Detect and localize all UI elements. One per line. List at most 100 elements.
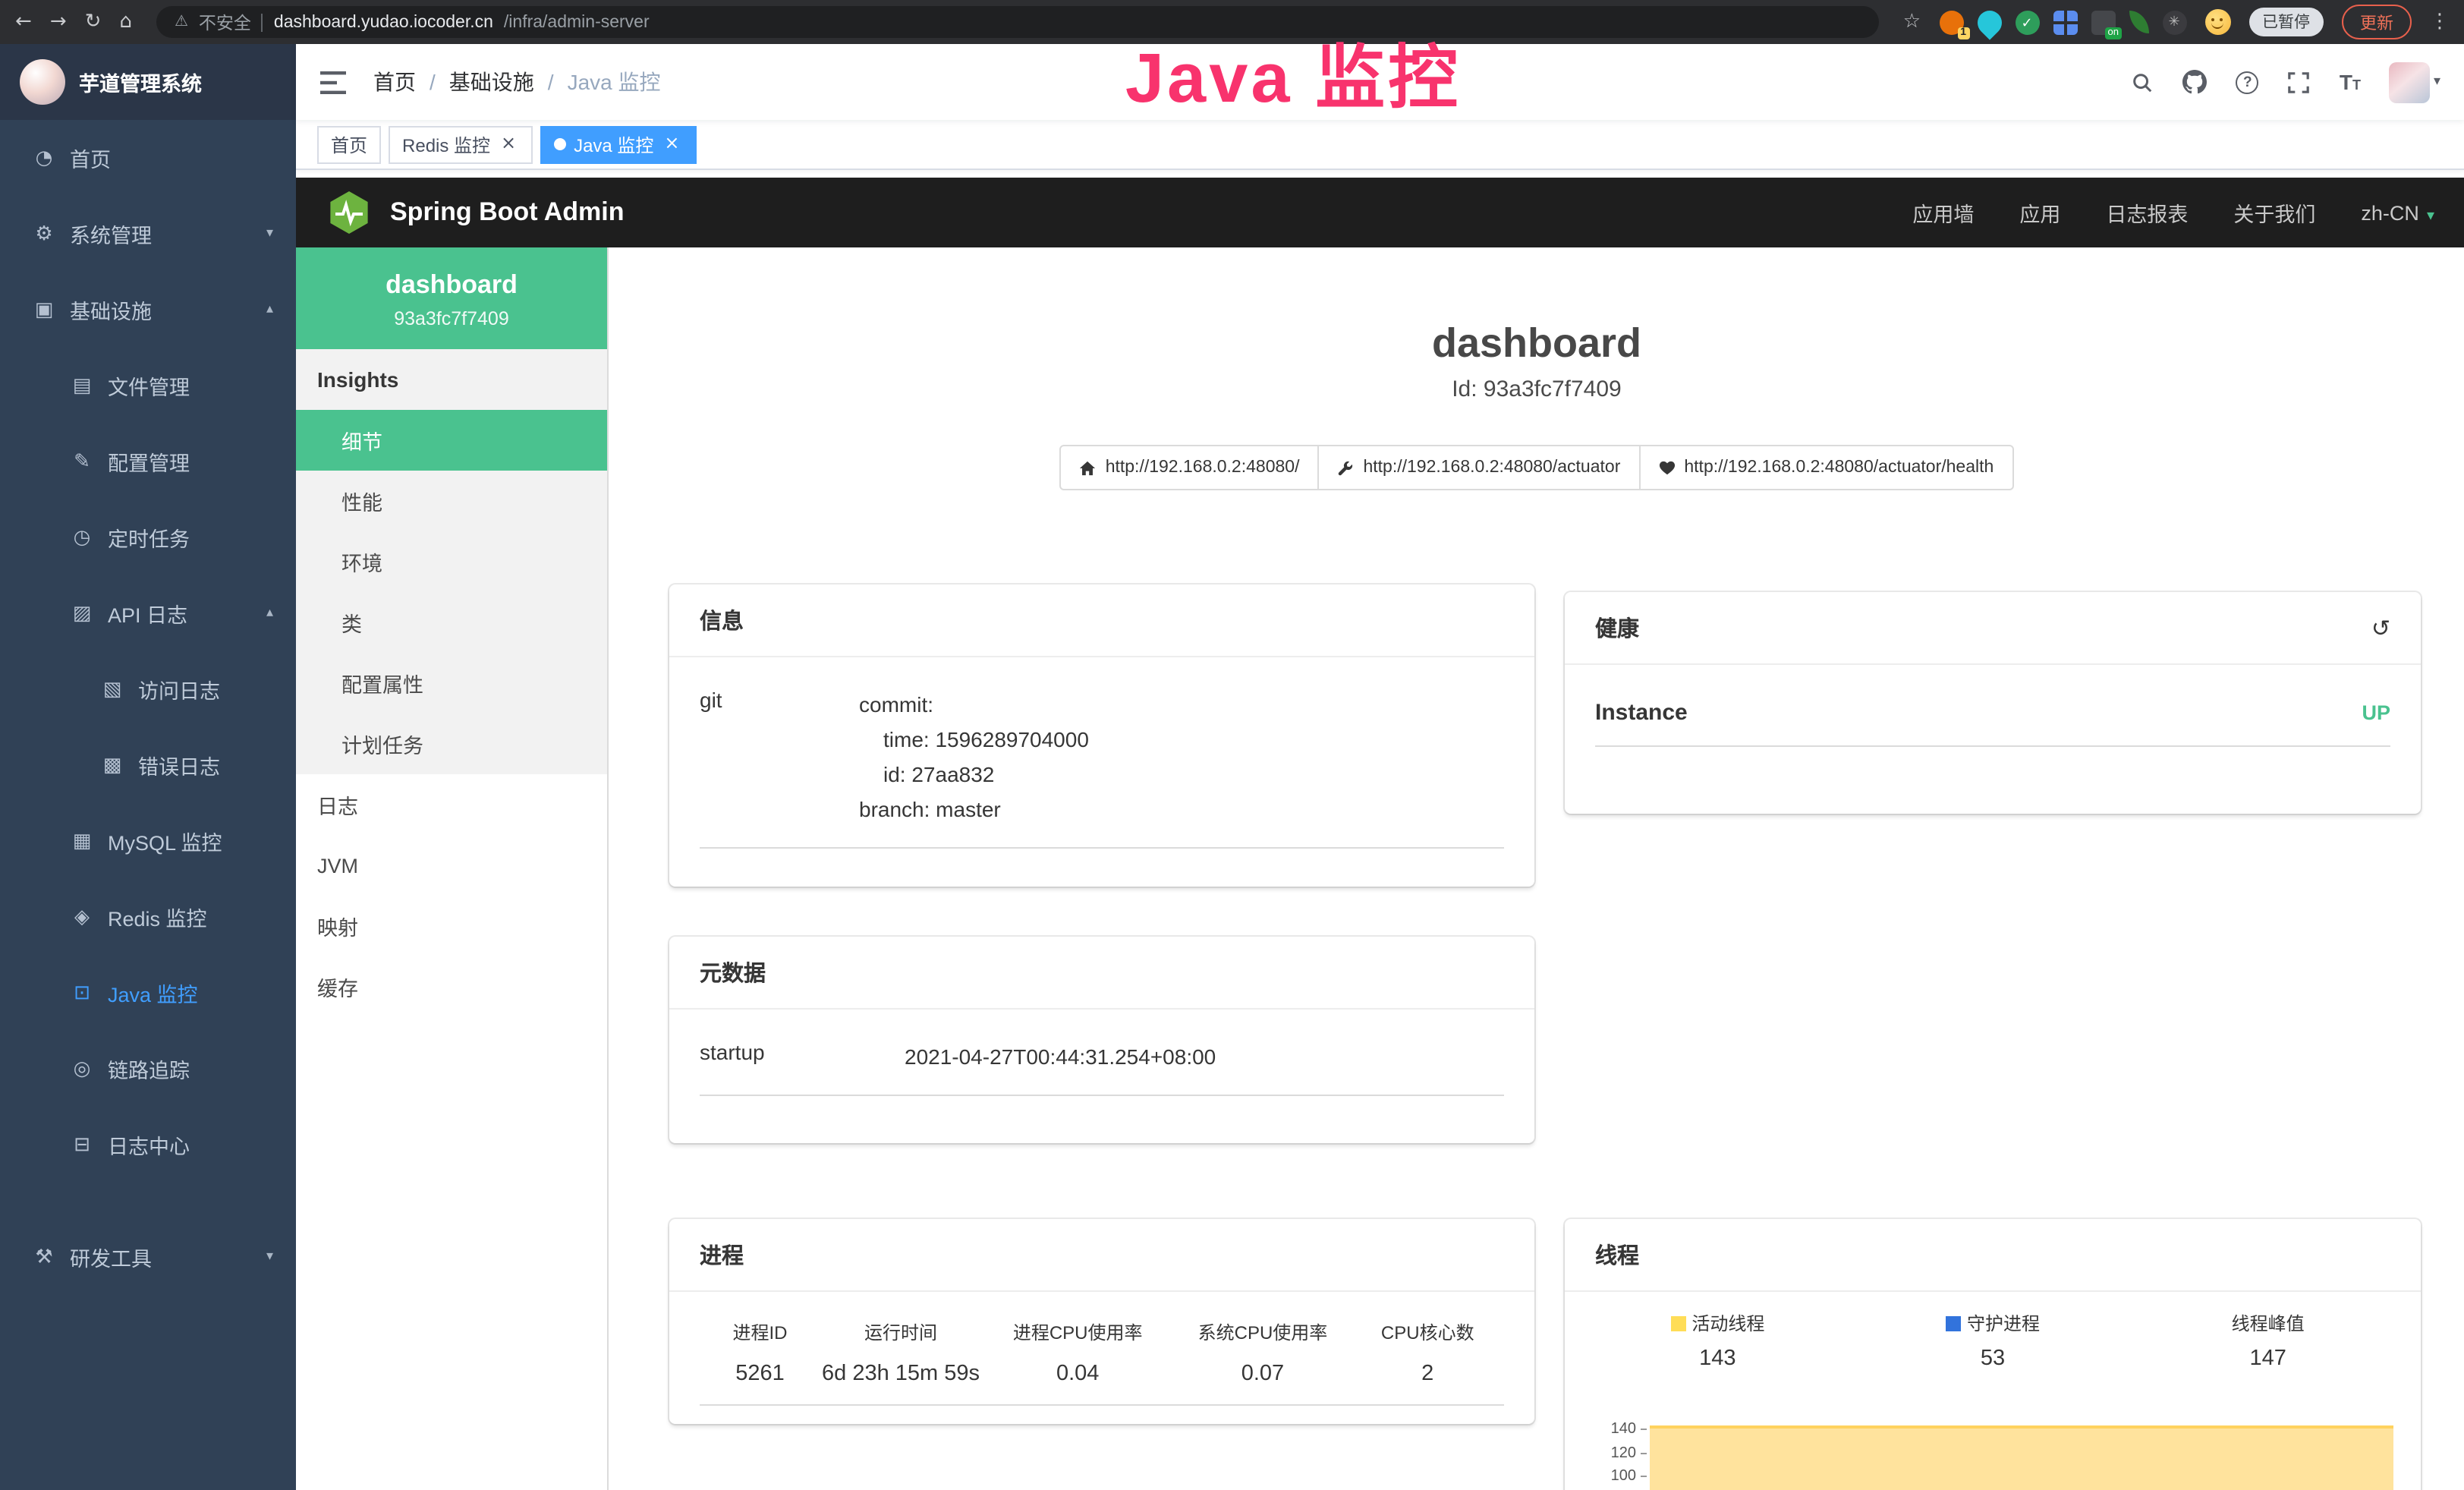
tag-redis[interactable]: Redis 监控 × [389, 125, 533, 163]
sidebar-item-api-log[interactable]: ▨ API 日志 ▴ [0, 575, 296, 651]
instance-links: http://192.168.0.2:48080/ http://192.168… [609, 445, 2464, 490]
extensions-bar: 1 ✓ on ✳ [1939, 10, 2186, 34]
close-icon[interactable]: × [661, 134, 682, 155]
proxy-extension-icon[interactable]: on [2091, 10, 2115, 34]
grid-extension-icon[interactable] [2053, 10, 2077, 34]
home-icon[interactable]: ⌂ [119, 12, 132, 32]
health-url-button[interactable]: http://192.168.0.2:48080/actuator/health [1638, 445, 2013, 490]
extension-badge: 1 [1957, 27, 1969, 39]
menu-item-caches[interactable]: 缓存 [296, 956, 607, 1017]
menu-item-jvm[interactable]: JVM [296, 835, 607, 896]
threads-legend: 活动线程 143 守护进程 [1565, 1292, 2421, 1377]
sidebar-item-trace[interactable]: ◎ 链路追踪 [0, 1031, 296, 1107]
nav-applications[interactable]: 应用 [2019, 197, 2060, 228]
active-dot [554, 138, 566, 150]
sidebar-item-mysql[interactable]: ▦ MySQL 监控 [0, 803, 296, 879]
database-icon: ▦ [70, 830, 94, 852]
process-cpu-value: 0.04 [981, 1362, 1174, 1386]
sidebar-item-system[interactable]: ⚙ 系统管理 ▾ [0, 196, 296, 272]
browser-menu-icon[interactable]: ⋮ [2430, 12, 2450, 32]
address-bar[interactable]: ⚠ 不安全 dashboard.yudao.iocoder.cn /infra/… [156, 6, 1879, 38]
menu-item-mappings[interactable]: 映射 [296, 896, 607, 956]
back-icon[interactable]: ← [15, 12, 32, 32]
eye-icon: ◎ [70, 1057, 94, 1080]
nav-wallboard[interactable]: 应用墙 [1912, 197, 1974, 228]
tools-icon: ⚒ [32, 1246, 56, 1268]
hamburger-icon[interactable] [320, 71, 346, 93]
search-icon[interactable] [2132, 71, 2154, 93]
font-size-icon[interactable]: TT [2340, 70, 2361, 94]
sba-body: dashboard 93a3fc7f7409 Insights 细节 性能 环境… [296, 247, 2464, 1490]
sidebar-item-java-monitor[interactable]: ⊡ Java 监控 [0, 955, 296, 1031]
reload-icon[interactable]: ↻ [85, 12, 102, 32]
sync-paused-badge[interactable]: 已暂停 [2248, 8, 2324, 36]
git-value: commit: time: 1596289704000 id: 27aa832 … [859, 688, 1089, 828]
menu-item-metrics[interactable]: 性能 [296, 471, 607, 531]
sidebar-item-home[interactable]: ◔ 首页 [0, 120, 296, 196]
sidebar-item-infra[interactable]: ▣ 基础设施 ▴ [0, 272, 296, 348]
instance-id: 93a3fc7f7409 [308, 308, 595, 329]
chrome-update-button[interactable]: 更新 [2342, 5, 2412, 39]
pin-extension-icon[interactable] [1972, 5, 2006, 39]
chart-y-axis: 140 120 100 [1586, 1383, 1647, 1490]
nav-about[interactable]: 关于我们 [2233, 197, 2315, 228]
log-icon: ▨ [70, 602, 94, 625]
git-key: git [700, 688, 859, 828]
profile-avatar-icon[interactable] [2204, 9, 2230, 35]
github-icon[interactable] [2183, 70, 2208, 94]
dashboard-icon: ◔ [32, 146, 56, 169]
close-icon[interactable]: × [498, 134, 519, 155]
sidebar-item-dev-tools[interactable]: ⚒ 研发工具 ▾ [0, 1219, 296, 1295]
menu-item-scheduled-tasks[interactable]: 计划任务 [296, 713, 607, 774]
sba-header: Spring Boot Admin 应用墙 应用 日志报表 关于我们 zh-CN… [296, 178, 2464, 247]
user-avatar[interactable] [2390, 61, 2431, 102]
forward-icon[interactable]: → [50, 12, 67, 32]
breadcrumb-infra[interactable]: 基础设施 [449, 67, 534, 97]
menu-item-loggers[interactable]: 日志 [296, 774, 607, 835]
menu-item-beans[interactable]: 类 [296, 592, 607, 653]
nav-journal[interactable]: 日志报表 [2106, 197, 2188, 228]
sidebar-item-log-center[interactable]: ⊟ 日志中心 [0, 1107, 296, 1183]
instance-sidebar: dashboard 93a3fc7f7409 Insights 细节 性能 环境… [296, 247, 609, 1490]
legend-peak-threads: 线程峰值 147 [2130, 1310, 2406, 1371]
sidebar-item-files[interactable]: ▤ 文件管理 [0, 348, 296, 424]
uptime-value: 6d 23h 15m 59s [820, 1362, 981, 1386]
sidebar-item-config[interactable]: ✎ 配置管理 [0, 424, 296, 499]
menu-item-environment[interactable]: 环境 [296, 531, 607, 592]
nav-language[interactable]: zh-CN▾ [2361, 201, 2434, 224]
sidebar-item-error-log[interactable]: ▩ 错误日志 [0, 727, 296, 803]
sidebar-item-redis[interactable]: ◈ Redis 监控 [0, 879, 296, 955]
spider-extension-icon[interactable]: ✳ [2162, 10, 2186, 34]
sidebar-item-cron[interactable]: ◷ 定时任务 [0, 499, 296, 575]
instance-header[interactable]: dashboard 93a3fc7f7409 [296, 247, 607, 349]
menu-item-details[interactable]: 细节 [296, 410, 607, 471]
menu-item-config-props[interactable]: 配置属性 [296, 653, 607, 713]
chart-plot-area [1647, 1383, 2393, 1490]
access-log-icon: ▧ [100, 678, 124, 701]
extension-icon[interactable]: 1 [1939, 10, 1963, 34]
process-table-header: 进程ID 运行时间 进程CPU使用率 系统CPU使用率 CPU核心数 [700, 1304, 1504, 1348]
metadata-card-header: 元数据 [669, 937, 1534, 1010]
spring-boot-admin-logo [326, 190, 372, 235]
avatar-caret-icon: ▾ [2434, 74, 2440, 90]
tag-java-active[interactable]: Java 监控 × [540, 125, 696, 163]
help-icon[interactable]: ? [2236, 71, 2259, 93]
app-menu: ◔ 首页 ⚙ 系统管理 ▾ ▣ 基础设施 ▴ ▤ 文件管理 ✎ 配置管理 [0, 120, 296, 1295]
threads-chart: 140 120 100 [1586, 1383, 2393, 1490]
actuator-url-button[interactable]: http://192.168.0.2:48080/actuator [1317, 445, 1640, 490]
leaf-extension-icon[interactable] [2129, 11, 2148, 33]
live-threads-area [1650, 1425, 2393, 1490]
home-icon [1080, 459, 1097, 476]
sidebar-item-access-log[interactable]: ▧ 访问日志 [0, 651, 296, 727]
browser-toolbar: ← → ↻ ⌂ ⚠ 不安全 dashboard.yudao.iocoder.cn… [0, 0, 2464, 44]
chevron-up-icon: ▴ [266, 302, 273, 317]
health-instance-row[interactable]: Instance UP [1595, 677, 2390, 747]
tag-home[interactable]: 首页 [317, 125, 381, 163]
history-icon[interactable]: ↺ [2371, 614, 2390, 641]
bookmark-star-icon[interactable]: ☆ [1903, 12, 1921, 32]
check-extension-icon[interactable]: ✓ [2015, 10, 2039, 34]
breadcrumb-home[interactable]: 首页 [373, 67, 416, 97]
app-logo: 芋道管理系统 [0, 44, 296, 120]
service-url-button[interactable]: http://192.168.0.2:48080/ [1060, 445, 1320, 490]
fullscreen-icon[interactable] [2288, 71, 2311, 93]
